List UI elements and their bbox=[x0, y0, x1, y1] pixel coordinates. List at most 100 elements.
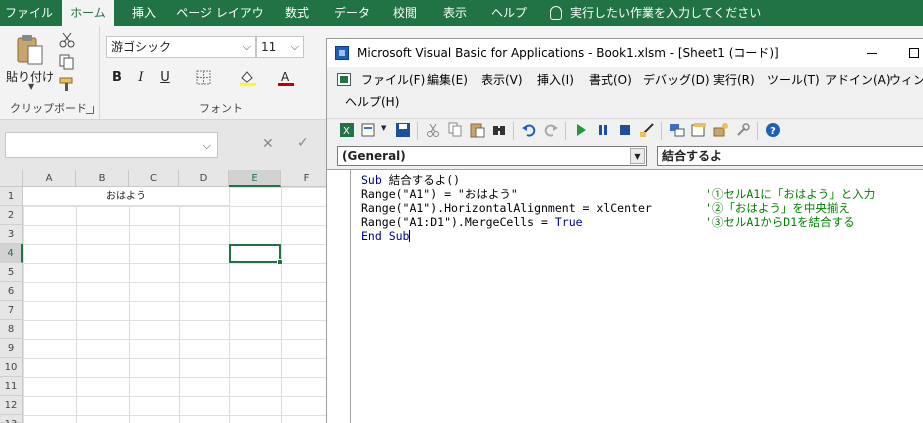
row-header-12[interactable]: 12 bbox=[0, 396, 23, 415]
copy-icon[interactable] bbox=[58, 54, 76, 70]
tab-data[interactable]: データ bbox=[328, 0, 376, 26]
save-icon[interactable] bbox=[395, 122, 411, 138]
code-editor[interactable]: Sub 結合するよ() Range("A1") = "おはよう" '①セルA1に… bbox=[327, 169, 923, 423]
tab-view[interactable]: 表示 bbox=[434, 0, 476, 26]
tab-review[interactable]: 校閲 bbox=[384, 0, 426, 26]
column-header-b[interactable]: B bbox=[76, 170, 129, 187]
vba-title-bar[interactable]: Microsoft Visual Basic for Applications … bbox=[327, 39, 923, 67]
minimize-icon[interactable] bbox=[867, 53, 877, 54]
insert-module-icon[interactable] bbox=[361, 122, 377, 138]
object-browser-icon[interactable] bbox=[713, 122, 729, 138]
chevron-down-icon[interactable]: ⌵ bbox=[203, 139, 211, 153]
italic-button[interactable]: I bbox=[131, 68, 151, 88]
menu-window[interactable]: ウィンド bbox=[889, 69, 923, 91]
view-excel-icon[interactable]: X bbox=[339, 122, 355, 138]
margin-indicator-bar[interactable] bbox=[327, 170, 351, 423]
row-header-1[interactable]: 1 bbox=[0, 187, 23, 206]
row-header-7[interactable]: 7 bbox=[0, 301, 23, 320]
cell-area[interactable] bbox=[23, 187, 330, 423]
tell-me-box[interactable]: 実行したい作業を入力してください bbox=[550, 0, 761, 26]
tab-page-layout[interactable]: ページ レイアウト bbox=[174, 0, 266, 46]
svg-text:X: X bbox=[343, 126, 350, 137]
chevron-down-icon[interactable]: ⌵ bbox=[291, 37, 299, 57]
column-header-e[interactable]: E bbox=[229, 170, 281, 187]
chevron-down-icon[interactable]: ▼ bbox=[630, 148, 645, 164]
menu-addins[interactable]: アドイン(A) bbox=[825, 69, 891, 91]
enter-entry-icon[interactable]: ✓ bbox=[297, 135, 309, 151]
help-icon[interactable]: ? bbox=[765, 122, 781, 138]
excel-icon[interactable] bbox=[337, 73, 351, 86]
row-header-11[interactable]: 11 bbox=[0, 377, 23, 396]
tab-formulas[interactable]: 数式 bbox=[276, 0, 318, 26]
run-icon[interactable] bbox=[573, 122, 589, 138]
code-line-2[interactable]: Range("A1") = "おはよう" bbox=[361, 187, 518, 201]
code-line-4[interactable]: Range("A1:D1").MergeCells = True bbox=[361, 215, 583, 229]
tab-file[interactable]: ファイル bbox=[0, 0, 58, 26]
menu-format[interactable]: 書式(O) bbox=[589, 69, 632, 91]
row-header-10[interactable]: 10 bbox=[0, 358, 23, 377]
row-header-6[interactable]: 6 bbox=[0, 282, 23, 301]
bold-button[interactable]: B bbox=[107, 68, 127, 88]
menu-run[interactable]: 実行(R) bbox=[713, 69, 755, 91]
underline-button[interactable]: U bbox=[155, 68, 175, 88]
clipboard-launcher-icon[interactable] bbox=[86, 106, 94, 114]
cut-icon[interactable] bbox=[425, 122, 441, 138]
redo-icon[interactable] bbox=[543, 122, 559, 138]
menu-edit[interactable]: 編集(E) bbox=[427, 69, 468, 91]
merged-cell-a1-d1[interactable]: おはよう bbox=[23, 187, 229, 206]
select-all-corner[interactable] bbox=[0, 170, 23, 187]
fill-color-icon[interactable] bbox=[239, 70, 257, 86]
toolbox-icon[interactable] bbox=[735, 122, 751, 138]
row-header-2[interactable]: 2 bbox=[0, 206, 23, 225]
design-mode-icon[interactable] bbox=[639, 122, 655, 138]
paste-icon[interactable] bbox=[16, 34, 44, 66]
maximize-icon[interactable] bbox=[909, 48, 919, 58]
paste-icon[interactable] bbox=[469, 122, 485, 138]
project-explorer-icon[interactable] bbox=[669, 122, 685, 138]
code-line-1[interactable]: Sub 結合するよ() bbox=[361, 173, 460, 187]
cut-icon[interactable] bbox=[58, 32, 76, 48]
fill-handle[interactable] bbox=[277, 259, 283, 265]
active-cell-e4[interactable] bbox=[229, 244, 281, 263]
code-line-5[interactable]: End Sub bbox=[361, 229, 411, 243]
format-painter-icon[interactable] bbox=[58, 76, 76, 92]
vba-standard-toolbar: X ▼ ? bbox=[327, 118, 923, 142]
menu-file[interactable]: ファイル(F) bbox=[361, 69, 425, 91]
object-combo[interactable]: (General) ▼ bbox=[337, 146, 647, 166]
break-icon[interactable] bbox=[595, 122, 611, 138]
row-header-13[interactable]: 13 bbox=[0, 415, 23, 423]
cancel-entry-icon[interactable]: ✕ bbox=[262, 136, 274, 152]
row-header-3[interactable]: 3 bbox=[0, 225, 23, 244]
column-header-c[interactable]: C bbox=[129, 170, 179, 187]
chevron-down-icon[interactable]: ⌵ bbox=[243, 37, 251, 57]
row-header-4[interactable]: 4 bbox=[0, 244, 23, 263]
tab-insert[interactable]: 挿入 bbox=[122, 0, 166, 26]
font-size-combo[interactable]: 11 ⌵ bbox=[256, 36, 304, 58]
copy-icon[interactable] bbox=[447, 122, 463, 138]
row-header-9[interactable]: 9 bbox=[0, 339, 23, 358]
column-header-a[interactable]: A bbox=[23, 170, 76, 187]
row-header-8[interactable]: 8 bbox=[0, 320, 23, 339]
reset-icon[interactable] bbox=[617, 122, 633, 138]
tab-home[interactable]: ホーム bbox=[62, 0, 114, 26]
code-line-3[interactable]: Range("A1").HorizontalAlignment = xlCent… bbox=[361, 201, 652, 215]
name-box[interactable]: ⌵ bbox=[5, 132, 218, 158]
borders-icon[interactable] bbox=[195, 70, 213, 86]
worksheet-grid[interactable]: A B C D E F 1 2 3 4 5 6 7 8 9 10 11 12 1… bbox=[0, 170, 333, 423]
undo-icon[interactable] bbox=[521, 122, 537, 138]
find-icon[interactable] bbox=[491, 122, 507, 138]
font-color-icon[interactable]: A bbox=[277, 70, 295, 86]
chevron-down-icon[interactable]: ▼ bbox=[381, 124, 386, 132]
font-name-combo[interactable]: 游ゴシック ⌵ bbox=[106, 36, 256, 58]
properties-window-icon[interactable] bbox=[691, 122, 707, 138]
procedure-combo[interactable]: 結合するよ bbox=[657, 146, 923, 166]
menu-tools[interactable]: ツール(T) bbox=[767, 69, 820, 91]
menu-help[interactable]: ヘルプ(H) bbox=[345, 91, 399, 113]
menu-view[interactable]: 表示(V) bbox=[481, 69, 523, 91]
tab-help[interactable]: ヘルプ bbox=[486, 0, 532, 26]
column-header-d[interactable]: D bbox=[179, 170, 229, 187]
row-header-5[interactable]: 5 bbox=[0, 263, 23, 282]
paste-dropdown-icon[interactable]: ▼ bbox=[28, 82, 34, 91]
menu-debug[interactable]: デバッグ(D) bbox=[643, 69, 710, 91]
menu-insert[interactable]: 挿入(I) bbox=[537, 69, 574, 91]
